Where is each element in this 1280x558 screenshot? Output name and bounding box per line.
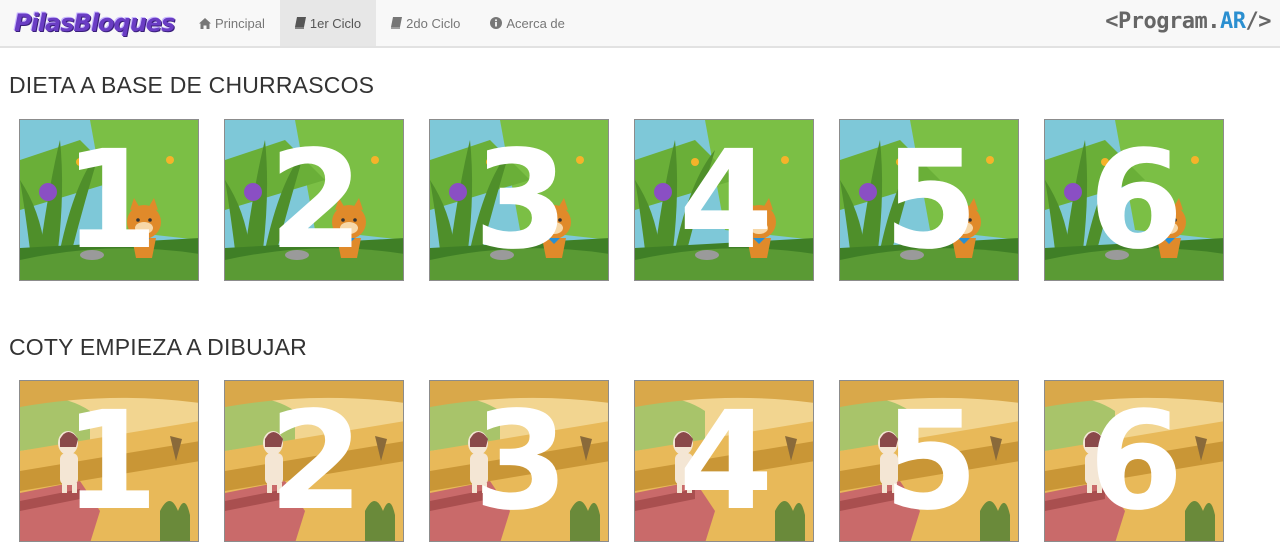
book-icon <box>391 17 403 29</box>
nav-item-1er-ciclo[interactable]: 1er Ciclo <box>279 0 377 46</box>
challenge-tile[interactable]: 6 <box>1044 119 1224 281</box>
challenge-number: 3 <box>473 122 569 280</box>
challenge-tile[interactable]: 1 <box>19 119 199 281</box>
home-icon <box>199 17 211 29</box>
challenge-tile[interactable]: 2 <box>224 119 404 281</box>
challenge-number: 5 <box>883 383 979 541</box>
challenge-tile[interactable]: 5 <box>839 119 1019 281</box>
programar-logo-suffix: /> <box>1245 9 1272 34</box>
section-title-coty: COTY EMPIEZA A DIBUJAR <box>9 334 307 360</box>
challenge-tile[interactable]: 5 <box>839 380 1019 542</box>
challenge-tile[interactable]: 3 <box>429 380 609 542</box>
nav-item-label: Acerca de <box>506 15 565 31</box>
challenge-number: 2 <box>268 383 364 541</box>
challenge-tile[interactable]: 4 <box>634 119 814 281</box>
challenge-tile[interactable]: 3 <box>429 119 609 281</box>
challenge-tile[interactable]: 4 <box>634 380 814 542</box>
info-icon <box>490 17 503 29</box>
nav-item-label: 2do Ciclo <box>406 15 461 31</box>
section-title-dieta: DIETA A BASE DE CHURRASCOS <box>9 72 375 98</box>
challenge-row-dieta: 1 2 3 4 5 6 <box>19 119 1224 281</box>
challenge-number: 3 <box>473 383 569 541</box>
brand-name: PilasBloques <box>14 9 175 37</box>
book-icon <box>294 17 306 29</box>
nav-item-principal[interactable]: Principal <box>184 0 280 46</box>
nav-item-2do-ciclo[interactable]: 2do Ciclo <box>376 0 475 46</box>
pilasbloques-logo[interactable]: PilasBloques <box>14 6 175 40</box>
challenge-tile[interactable]: 1 <box>19 380 199 542</box>
challenge-row-coty: 1 2 3 4 5 6 <box>19 380 1224 542</box>
challenge-number: 4 <box>678 122 774 280</box>
challenge-number: 6 <box>1088 122 1184 280</box>
challenge-number: 1 <box>63 122 159 280</box>
programar-logo[interactable]: <Program.AR/> <box>1105 9 1271 34</box>
challenge-number: 4 <box>678 383 774 541</box>
nav-item-label: Principal <box>215 15 265 31</box>
nav-item-acerca-de[interactable]: Acerca de <box>475 0 580 46</box>
programar-logo-accent: AR <box>1220 9 1246 34</box>
challenge-number: 6 <box>1088 383 1184 541</box>
navbar: PilasBloques Principal 1er Ciclo 2do Cic… <box>0 0 1280 48</box>
nav-item-label: 1er Ciclo <box>309 15 362 31</box>
challenge-number: 5 <box>883 122 979 280</box>
programar-logo-prefix: <Program. <box>1105 9 1220 34</box>
challenge-number: 1 <box>63 383 159 541</box>
challenge-number: 2 <box>268 122 364 280</box>
challenge-tile[interactable]: 2 <box>224 380 404 542</box>
nav-menu: Principal 1er Ciclo 2do Ciclo Acerca de <box>184 0 580 46</box>
challenge-tile[interactable]: 6 <box>1044 380 1224 542</box>
